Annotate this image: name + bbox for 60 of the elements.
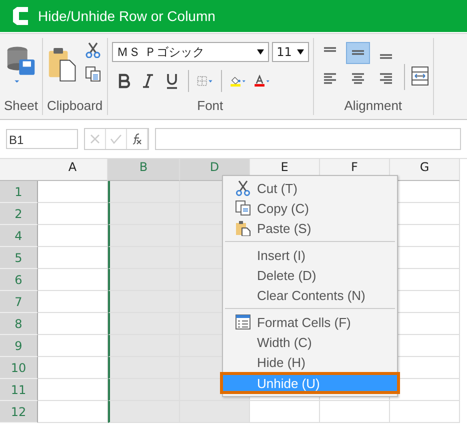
row-header[interactable]: 9 (0, 335, 38, 357)
sheet-cell (108, 291, 180, 313)
column-header[interactable]: G (390, 159, 460, 181)
column-header[interactable]: B (108, 159, 180, 181)
menu-item[interactable]: Copy (C) (223, 198, 397, 218)
sheet-cell (108, 379, 180, 401)
sheet-cell (108, 357, 180, 379)
formula-field[interactable] (155, 128, 461, 150)
font-name-dropdown[interactable]: ＭＳ Ｐゴシック (112, 42, 269, 62)
menu-item[interactable]: Insert (I) (223, 245, 397, 265)
menu-item[interactable]: Hide (H) (223, 352, 397, 372)
sheet-cell (108, 269, 180, 291)
caret-icon (296, 49, 304, 55)
row-header[interactable]: 8 (0, 313, 38, 335)
ribbon-group-label: Clipboard (46, 98, 103, 113)
menu-item[interactable]: Format Cells (F) (223, 312, 397, 332)
sheet-cell (108, 247, 180, 269)
sheet-cell (108, 225, 180, 247)
font-color-icon[interactable] (254, 73, 270, 89)
sheet-cell (250, 401, 320, 423)
row-header[interactable]: 10 (0, 357, 38, 379)
caret-icon (256, 49, 264, 55)
menu-item[interactable]: Clear Contents (N) (223, 285, 397, 305)
row-header[interactable]: 2 (0, 203, 38, 225)
clipboard-icon (235, 220, 251, 236)
sheet-cell (390, 401, 460, 423)
form-icon (235, 314, 251, 330)
sheet-cell (180, 401, 250, 423)
row-header[interactable]: 7 (0, 291, 38, 313)
font-size-dropdown[interactable]: 11 (272, 42, 309, 62)
row-header[interactable]: 11 (0, 379, 38, 401)
ribbon-group-label: Font (196, 98, 224, 113)
row-header[interactable]: 5 (0, 247, 38, 269)
sheet-cell (108, 401, 180, 423)
align-middle-icon[interactable] (346, 42, 370, 64)
app-logo-icon (10, 6, 30, 26)
name-box[interactable]: B1 (6, 129, 78, 149)
cut-icon[interactable] (84, 42, 101, 58)
menu-item[interactable]: Paste (S) (223, 218, 397, 238)
merge-cells-icon[interactable] (410, 66, 429, 86)
column-header[interactable]: A (38, 159, 108, 181)
copy-icon[interactable] (84, 66, 101, 82)
copy-icon (235, 200, 251, 216)
sheet-cell (108, 335, 180, 357)
sheet-cell (320, 401, 390, 423)
menu-item[interactable]: Width (C) (223, 332, 397, 352)
database-save-icon[interactable] (4, 44, 37, 84)
scissors-icon (235, 180, 251, 196)
sheet-cell (108, 203, 180, 225)
ribbon-group-label: Alignment (343, 98, 404, 113)
row-header[interactable]: 12 (0, 401, 38, 423)
window-title: Hide/Unhide Row or Column (38, 8, 216, 24)
ribbon-group-label: Sheet (4, 98, 38, 113)
sheet-cell (108, 313, 180, 335)
sheet-cell (108, 181, 180, 203)
row-header[interactable]: 1 (0, 181, 38, 203)
row-header[interactable]: 6 (0, 269, 38, 291)
row-header[interactable]: 4 (0, 225, 38, 247)
menu-item[interactable]: Cut (T) (223, 178, 397, 198)
menu-item[interactable]: Delete (D) (223, 265, 397, 285)
